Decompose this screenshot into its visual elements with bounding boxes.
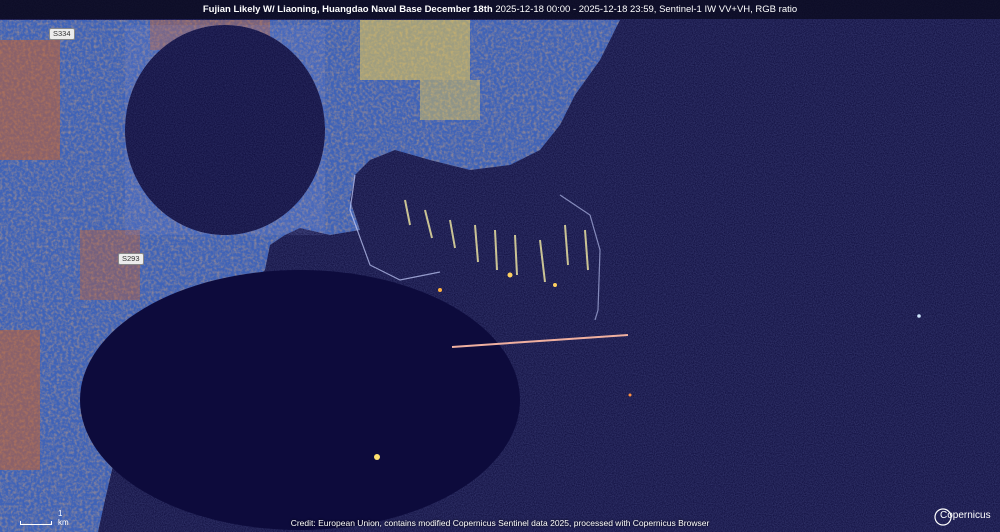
logo-text: Copernicus: [940, 510, 991, 521]
title-bold: Fujian Likely W/ Liaoning, Huangdao Nava…: [202, 4, 493, 15]
satellite-sar-map[interactable]: [0, 0, 1000, 532]
map-title: Fujian Likely W/ Liaoning, Huangdao Nava…: [0, 0, 1000, 19]
ship-return: [553, 283, 557, 287]
road-label-s334: S334: [49, 28, 75, 40]
ship-return: [917, 314, 921, 318]
southern-dark-zone: [80, 270, 520, 530]
title-details: 2025-12-18 00:00 - 2025-12-18 23:59, Sen…: [495, 4, 798, 15]
ship-return: [438, 288, 442, 292]
ship-return: [507, 272, 513, 278]
road-label-s293: S293: [118, 253, 144, 265]
ship-return: [628, 393, 632, 397]
ship-return: [374, 454, 380, 460]
copernicus-logo: Copernicus: [932, 506, 992, 528]
credit-text: Credit: European Union, contains modifie…: [290, 518, 710, 528]
